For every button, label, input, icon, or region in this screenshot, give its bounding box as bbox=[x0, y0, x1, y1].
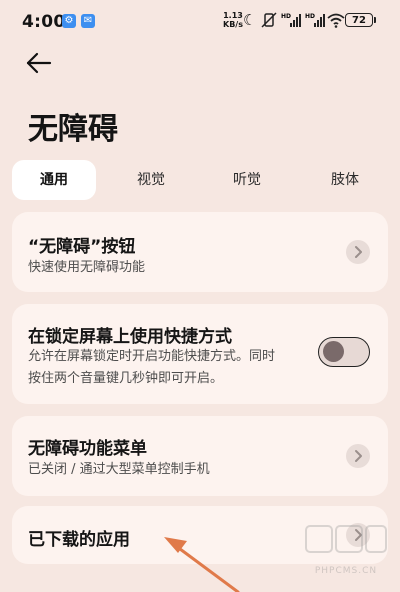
hd-signal-icon: HD bbox=[281, 11, 303, 33]
item-title: 在锁定屏幕上使用快捷方式 bbox=[28, 327, 232, 347]
status-bar: 4:00 ⚙ ✉ 1.13 KB/s ☾ HD HD 72 bbox=[0, 0, 400, 44]
chevron-right-icon bbox=[346, 240, 370, 264]
tab-hearing[interactable]: 听觉 bbox=[208, 160, 286, 200]
item-subtitle-line2: 按住两个音量键几秒钟即可开启。 bbox=[28, 371, 224, 386]
net-speed-value: 1.13 bbox=[223, 11, 243, 20]
mail-app-icon: ✉ bbox=[81, 14, 95, 28]
lock-screen-shortcut-toggle[interactable] bbox=[318, 337, 370, 367]
lock-screen-shortcut-item[interactable]: 在锁定屏幕上使用快捷方式 允许在屏幕锁定时开启功能快捷方式。同时 按住两个音量键… bbox=[12, 304, 388, 404]
accessibility-menu-item[interactable]: 无障碍功能菜单 已关闭 / 通过大型菜单控制手机 bbox=[12, 416, 388, 496]
battery-icon: 72 bbox=[345, 13, 373, 27]
watermark-logo-icon bbox=[305, 525, 387, 553]
back-button[interactable] bbox=[22, 48, 56, 78]
annotation-arrow bbox=[164, 537, 240, 592]
battery-tip bbox=[374, 17, 376, 23]
item-title: “无障碍”按钮 bbox=[28, 237, 136, 257]
back-arrow-icon bbox=[26, 52, 52, 74]
svg-text:HD: HD bbox=[305, 13, 315, 20]
settings-app-icon: ⚙ bbox=[62, 14, 76, 28]
svg-text:HD: HD bbox=[281, 13, 291, 20]
item-subtitle: 快速使用无障碍功能 bbox=[28, 260, 146, 275]
net-speed-unit: KB/s bbox=[223, 20, 243, 29]
accessibility-button-item[interactable]: “无障碍”按钮 快速使用无障碍功能 bbox=[12, 212, 388, 292]
watermark-text: PHPCMS.CN bbox=[314, 566, 378, 576]
tab-vision[interactable]: 视觉 bbox=[112, 160, 190, 200]
page-title: 无障碍 bbox=[28, 112, 118, 147]
toggle-knob bbox=[323, 341, 344, 362]
status-time: 4:00 bbox=[22, 12, 66, 32]
item-subtitle-line1: 允许在屏幕锁定时开启功能快捷方式。同时 bbox=[28, 349, 276, 364]
item-title: 已下载的应用 bbox=[28, 530, 130, 550]
vibrate-off-icon bbox=[261, 11, 277, 33]
item-title: 无障碍功能菜单 bbox=[28, 439, 147, 459]
site-watermark: PHPCMS.CN bbox=[300, 520, 392, 576]
hd-signal-icon: HD bbox=[305, 11, 327, 33]
tab-general[interactable]: 通用 bbox=[12, 160, 96, 200]
net-speed-indicator: 1.13 KB/s bbox=[223, 11, 243, 29]
item-subtitle: 已关闭 / 通过大型菜单控制手机 bbox=[28, 462, 210, 477]
wifi-icon bbox=[327, 11, 345, 33]
category-tabs: 通用 视觉 听觉 肢体 bbox=[12, 160, 392, 202]
tab-physical[interactable]: 肢体 bbox=[306, 160, 384, 200]
chevron-right-icon bbox=[346, 444, 370, 468]
moon-icon: ☾ bbox=[243, 11, 257, 29]
